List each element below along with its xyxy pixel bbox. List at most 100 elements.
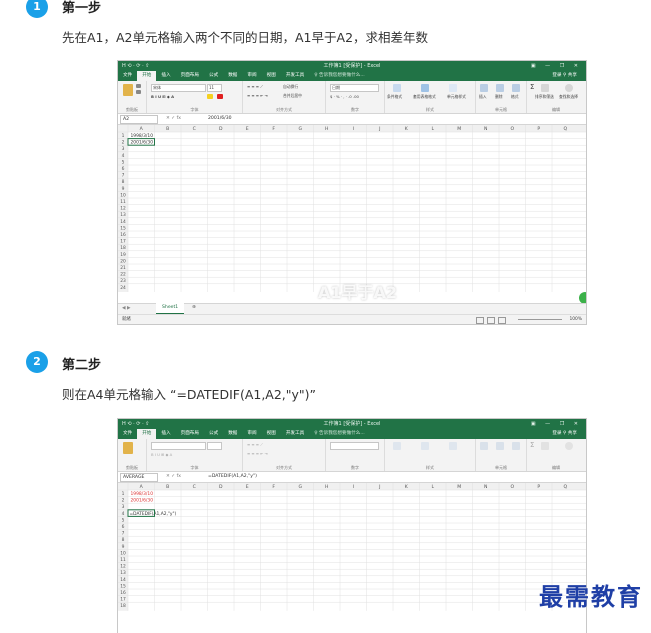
row-header[interactable]: 5 [122,159,125,165]
row-header[interactable]: 16 [120,232,126,238]
ribbon-tab[interactable]: 开发工具 [281,71,309,81]
ribbon-tab[interactable]: 公式 [204,71,223,81]
formula-input[interactable]: 2001/6/30 [208,114,232,124]
align-buttons[interactable]: ≡ ≡ ≡ ⟋ [247,442,263,447]
column-header[interactable]: I [353,126,354,132]
autosum-button[interactable]: Σ [530,441,534,449]
cell-a4[interactable]: =DATEDIF(A1,A2,"y") [130,511,177,517]
row-header[interactable]: 11 [120,557,126,563]
delete-cells-icon[interactable] [496,442,504,450]
row-header[interactable]: 14 [120,219,126,225]
row-header[interactable]: 1 [122,491,125,497]
row-header[interactable]: 2 [122,140,125,146]
column-header[interactable]: H [325,484,328,490]
column-header[interactable]: O [510,484,514,490]
row-header[interactable]: 17 [120,597,126,603]
row-header[interactable]: 22 [120,272,126,278]
row-header[interactable]: 9 [122,186,125,192]
cell-styles-icon[interactable] [449,84,457,92]
indent-buttons[interactable]: ≡ ≡ ≡ ⇤ ⇥ [247,451,268,456]
copy-icon[interactable] [136,90,141,94]
row-header[interactable]: 2 [122,498,125,504]
ribbon-tab[interactable]: 审阅 [242,429,261,439]
sort-filter-icon[interactable] [541,84,549,92]
ribbon-tab[interactable]: 视图 [262,429,281,439]
paste-icon[interactable] [123,84,133,96]
row-header[interactable]: 18 [120,245,126,251]
column-header[interactable]: L [431,126,434,132]
font-color-icon[interactable] [217,94,223,99]
name-box[interactable]: AVERAGE [120,473,158,482]
column-header[interactable]: G [298,484,302,490]
row-header[interactable]: 12 [120,206,126,212]
column-header[interactable]: Q [563,484,567,490]
name-box[interactable]: A2 [120,115,158,124]
number-format-buttons[interactable]: $ · % · , · .0 .00 [330,94,359,99]
indent-buttons[interactable]: ≡ ≡ ≡ ⇤ ⇥ [247,93,268,98]
row-header[interactable]: 17 [120,239,126,245]
formula-input[interactable]: =DATEDIF(A1,A2,"y") [208,472,257,482]
ribbon-tab[interactable]: 公式 [204,429,223,439]
sheet-grid-svg[interactable]: A B C D E F G H I J K L M N O P Q12345678910111213141516… [118,125,587,293]
column-header[interactable]: F [272,484,275,490]
row-header[interactable]: 19 [120,252,126,258]
number-format-select[interactable] [330,442,379,450]
ribbon-tab[interactable]: 文件 [118,429,137,439]
ribbon-tab[interactable]: 插入 [156,71,175,81]
ribbon-tab[interactable]: 页面布局 [176,71,204,81]
column-header[interactable]: M [457,484,461,490]
column-header[interactable]: F [272,126,275,132]
row-header[interactable]: 14 [120,577,126,583]
format-cells-icon[interactable] [512,84,520,92]
delete-cells-icon[interactable] [496,84,504,92]
row-header[interactable]: 5 [122,517,125,523]
column-header[interactable]: E [246,484,249,490]
column-header[interactable]: M [457,126,461,132]
row-header[interactable]: 10 [120,550,126,556]
cell-a1[interactable]: 1998/3/10 [130,491,153,497]
row-header[interactable]: 10 [120,192,126,198]
formula-bar-buttons[interactable]: ✕ ✓ fx [166,114,181,124]
row-header[interactable]: 3 [122,504,125,510]
ribbon-tab[interactable]: 开始 [137,429,157,439]
column-header[interactable]: I [353,484,354,490]
autosum-button[interactable]: Σ [530,83,534,91]
table-format-icon[interactable] [421,84,429,92]
cut-icon[interactable] [136,84,141,88]
table-format-icon[interactable] [421,442,429,450]
row-header[interactable]: 13 [120,570,126,576]
number-format-select[interactable]: 日期 [330,84,379,92]
worksheet-grid[interactable]: A B C D E F G H I J K L M N O P Q 1 2 3 4 5 6 7 8 9 10 11 12 13 14 15 16… [118,125,586,304]
insert-cells-icon[interactable] [480,84,488,92]
row-header[interactable]: 7 [122,531,125,537]
row-header[interactable]: 4 [122,511,125,517]
row-header[interactable]: 6 [122,166,125,172]
column-header[interactable]: Q [563,126,567,132]
row-header[interactable]: 16 [120,590,126,596]
row-header[interactable]: 18 [120,603,126,609]
column-header[interactable]: C [193,484,196,490]
add-sheet-button[interactable]: ⊕ [192,305,196,310]
sheet-grid-svg[interactable]: A B C D E F G H I J K L M N O P Q12345678910111213141516… [118,483,587,611]
worksheet-grid[interactable]: A B C D E F G H I J K L M N O P Q 1 2 3 4 5 6 7 8 9 10 11 12 13 14 15 16… [118,483,586,633]
ribbon-tab[interactable]: 开始 [137,71,157,81]
sheet-nav-arrows[interactable]: ◀ ▶ [122,306,131,311]
row-header[interactable]: 8 [122,179,125,185]
ribbon-tab[interactable]: 页面布局 [176,429,204,439]
font-format-buttons[interactable]: B I U ⊞ ◆ A [151,94,174,99]
tell-me-search[interactable]: ♀ 告诉我您想要做什么... [309,429,370,439]
ribbon-tab[interactable]: 视图 [262,71,281,81]
row-header[interactable]: 21 [120,265,126,271]
column-header[interactable]: O [510,126,514,132]
fill-color-icon[interactable] [207,94,213,99]
row-header[interactable]: 8 [122,537,125,543]
insert-cells-icon[interactable] [480,442,488,450]
column-header[interactable]: N [484,484,487,490]
ribbon-tab[interactable]: 开发工具 [281,429,309,439]
account-share-buttons[interactable]: 登录 ⚲ 共享 [547,429,582,439]
row-header[interactable]: 3 [122,146,125,152]
column-header[interactable]: D [219,484,223,490]
column-header[interactable]: P [537,126,540,132]
column-header[interactable]: J [378,126,380,132]
wrap-text-button[interactable]: 自动换行 [283,84,298,90]
